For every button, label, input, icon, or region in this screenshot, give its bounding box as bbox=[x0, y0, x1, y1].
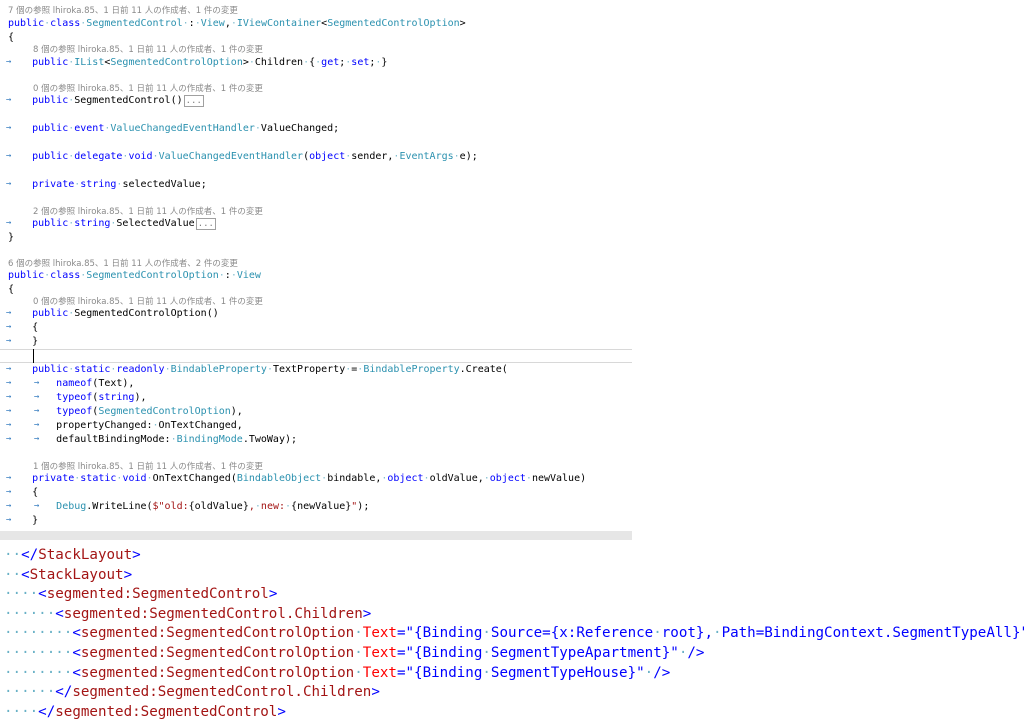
tab-arrow-icon: → bbox=[34, 420, 40, 430]
tab-arrow-icon: → bbox=[6, 515, 12, 525]
text-caret bbox=[33, 349, 34, 363]
xaml-line: ······</segmented:SegmentedControl.Child… bbox=[4, 684, 380, 701]
tab-arrow-icon: → bbox=[6, 218, 12, 228]
xaml-line: ··<StackLayout> bbox=[4, 566, 133, 583]
tab-arrow-icon: → bbox=[6, 392, 12, 402]
horizontal-scrollbar[interactable] bbox=[0, 531, 632, 540]
xaml-line: ········<segmented:SegmentedControlOptio… bbox=[4, 664, 671, 681]
xaml-line: ······<segmented:SegmentedControl.Childr… bbox=[4, 605, 372, 622]
tab-arrow-icon: → bbox=[34, 434, 40, 444]
tab-arrow-icon: → bbox=[6, 487, 12, 497]
code-line: { bbox=[8, 284, 15, 295]
tab-arrow-icon: → bbox=[6, 95, 12, 105]
tab-arrow-icon: → bbox=[6, 364, 12, 374]
code-line: nameof(Text), bbox=[56, 378, 135, 389]
tab-arrow-icon: → bbox=[34, 406, 40, 416]
code-line: propertyChanged:·OnTextChanged, bbox=[8, 420, 243, 431]
tab-arrow-icon: → bbox=[6, 434, 12, 444]
code-line: } bbox=[8, 232, 15, 243]
tab-arrow-icon: → bbox=[6, 322, 12, 332]
xaml-line: ··</StackLayout> bbox=[4, 547, 141, 563]
tab-arrow-icon: → bbox=[6, 473, 12, 483]
tab-arrow-icon: → bbox=[6, 151, 12, 161]
code-line: public·delegate·void·ValueChangedEventHa… bbox=[32, 151, 478, 162]
code-line: } bbox=[8, 336, 39, 347]
code-line: } bbox=[8, 515, 39, 526]
code-line: private·static·void·OnTextChanged(Bindab… bbox=[32, 473, 587, 484]
codelens-info[interactable]: 7 個の参照 lhiroka.85、1 日前 11 人の作成者、1 件の変更 bbox=[8, 4, 238, 18]
code-line: public·IList<SegmentedControlOption>·Chi… bbox=[32, 57, 388, 68]
current-line-highlight bbox=[0, 349, 632, 363]
code-line: public·SegmentedControlOption() bbox=[32, 308, 219, 319]
code-line: public·event·ValueChangedEventHandler·Va… bbox=[32, 123, 340, 134]
code-line: { bbox=[8, 487, 39, 498]
tab-arrow-icon: → bbox=[6, 308, 12, 318]
csharp-editor[interactable]: 7 個の参照 lhiroka.85、1 日前 11 人の作成者、1 件の変更 pu… bbox=[0, 0, 632, 540]
xaml-line: ········<segmented:SegmentedControlOptio… bbox=[4, 645, 705, 661]
tab-arrow-icon: → bbox=[6, 501, 12, 511]
tab-arrow-icon: → bbox=[6, 378, 12, 388]
code-line: private·string·selectedValue; bbox=[32, 179, 207, 190]
tab-arrow-icon: → bbox=[6, 123, 12, 133]
tab-arrow-icon: → bbox=[6, 336, 12, 346]
xaml-line: ····<segmented:SegmentedControl> bbox=[4, 586, 278, 603]
tab-arrow-icon: → bbox=[6, 179, 12, 189]
code-line: { bbox=[8, 322, 39, 333]
tab-arrow-icon: → bbox=[34, 392, 40, 402]
tab-arrow-icon: → bbox=[34, 501, 40, 511]
code-line: public·class·SegmentedControlOption·:·Vi… bbox=[8, 270, 261, 281]
code-line: public·static·readonly·BindableProperty·… bbox=[32, 364, 508, 375]
xaml-line: ········<segmented:SegmentedControlOptio… bbox=[4, 625, 1024, 642]
tab-arrow-icon: → bbox=[6, 57, 12, 67]
code-line: public·class·SegmentedControl·:·View,·IV… bbox=[8, 18, 466, 29]
code-line: public·string·SelectedValue... bbox=[32, 218, 216, 230]
xaml-editor[interactable]: ··</StackLayout> ··<StackLayout> ····<segm… bbox=[0, 545, 1024, 724]
code-line: Debug.WriteLine($"old:{oldValue},·new:·{… bbox=[56, 501, 370, 512]
tab-arrow-icon: → bbox=[6, 406, 12, 416]
code-line: typeof(string), bbox=[56, 392, 147, 403]
code-line: typeof(SegmentedControlOption), bbox=[56, 406, 243, 417]
codelens-info[interactable]: 8 個の参照 lhiroka.85、1 日前 11 人の作成者、1 件の変更 bbox=[33, 43, 263, 57]
tab-arrow-icon: → bbox=[34, 378, 40, 388]
tab-arrow-icon: → bbox=[6, 420, 12, 430]
code-line: { bbox=[8, 32, 15, 43]
xaml-line: ····</segmented:SegmentedControl> bbox=[4, 703, 286, 720]
code-line: public·SegmentedControl()... bbox=[32, 95, 204, 107]
code-line: defaultBindingMode:·BindingMode.TwoWay); bbox=[8, 434, 298, 445]
